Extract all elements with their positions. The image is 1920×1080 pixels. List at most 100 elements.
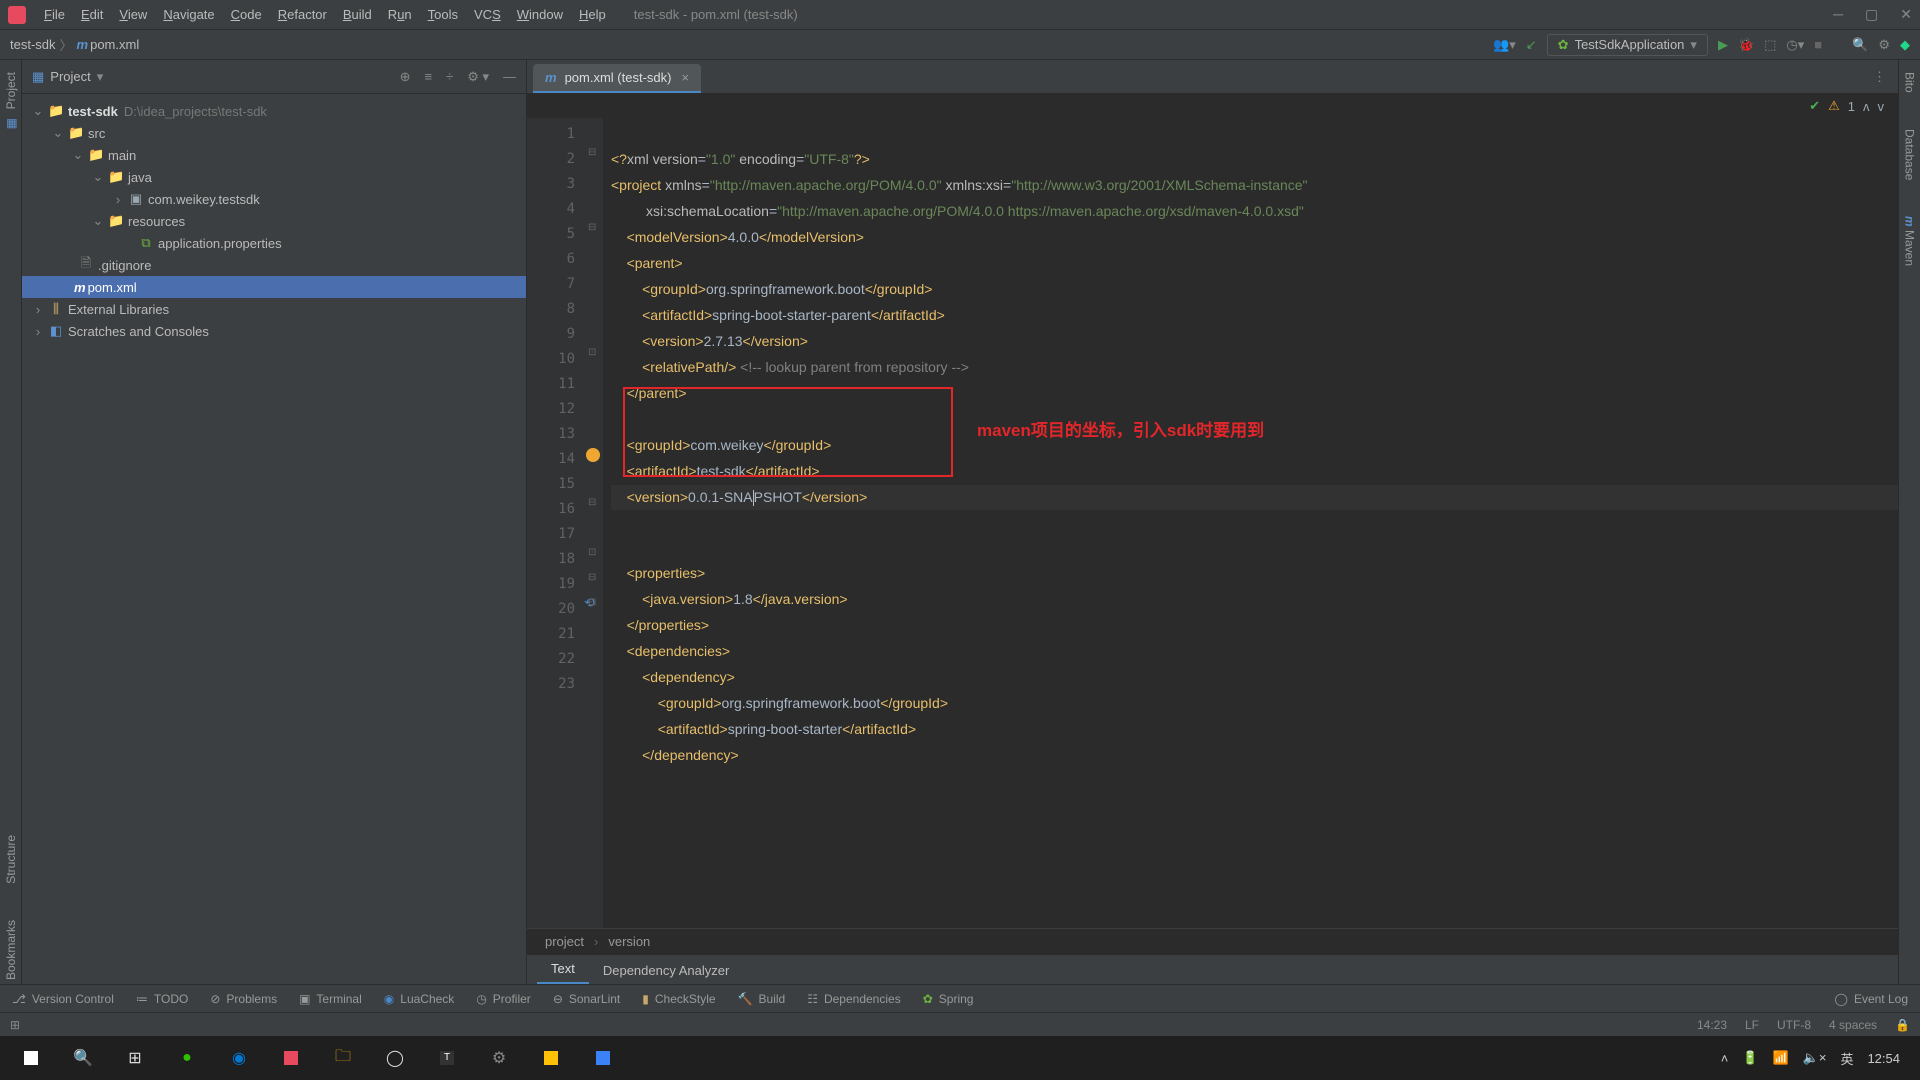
- status-caret-pos[interactable]: 14:23: [1697, 1018, 1727, 1032]
- tool-bito[interactable]: Bito: [1903, 68, 1917, 97]
- tree-root[interactable]: ⌄📁test-sdkD:\idea_projects\test-sdk: [22, 100, 526, 122]
- scroll-up-icon[interactable]: ʌ: [1863, 99, 1870, 114]
- tool-checkstyle[interactable]: ▮CheckStyle: [642, 992, 715, 1006]
- chevron-down-icon[interactable]: ▾: [97, 69, 104, 85]
- menu-navigate[interactable]: Navigate: [155, 7, 222, 22]
- menu-code[interactable]: Code: [223, 7, 270, 22]
- tool-todo[interactable]: ≔TODO: [136, 992, 188, 1006]
- fold-icon[interactable]: ⊡: [588, 347, 596, 358]
- breadcrumb-file[interactable]: pom.xml: [90, 37, 139, 52]
- taskbar-chrome-icon[interactable]: ◯: [372, 1038, 418, 1078]
- tree-src[interactable]: ⌄📁src: [22, 122, 526, 144]
- status-indent[interactable]: 4 spaces: [1829, 1018, 1877, 1032]
- taskbar-app-blue-icon[interactable]: [580, 1038, 626, 1078]
- select-opened-icon[interactable]: ⊕: [400, 69, 411, 85]
- breadcrumb-root[interactable]: test-sdk: [10, 37, 56, 52]
- coverage-icon[interactable]: ⬚: [1764, 37, 1776, 53]
- expand-all-icon[interactable]: ≡: [424, 69, 432, 85]
- status-line-sep[interactable]: LF: [1745, 1018, 1759, 1032]
- tool-maven[interactable]: m Maven: [1903, 212, 1917, 270]
- tree-resources[interactable]: ⌄📁resources: [22, 210, 526, 232]
- taskbar-explorer-icon[interactable]: 🗀: [320, 1038, 366, 1078]
- menu-run[interactable]: Run: [380, 7, 420, 22]
- tool-structure[interactable]: Structure: [4, 831, 18, 888]
- menu-edit[interactable]: Edit: [73, 7, 111, 22]
- tree-java[interactable]: ⌄📁java: [22, 166, 526, 188]
- tool-build[interactable]: 🔨Build: [738, 992, 786, 1006]
- vcs-update-icon[interactable]: ↙: [1526, 37, 1537, 53]
- fold-icon[interactable]: ⊡: [588, 547, 596, 558]
- tree-appprops[interactable]: ⧉application.properties: [22, 232, 526, 254]
- tool-bookmarks[interactable]: Bookmarks: [4, 916, 18, 984]
- window-close-icon[interactable]: ✕: [1900, 6, 1912, 23]
- menu-build[interactable]: Build: [335, 7, 380, 22]
- tree-scratches[interactable]: ›◧Scratches and Consoles: [22, 320, 526, 342]
- taskbar-taskview-icon[interactable]: ⊞: [112, 1038, 158, 1078]
- search-icon[interactable]: 🔍: [1852, 37, 1868, 53]
- tool-profiler[interactable]: ◷Profiler: [476, 992, 531, 1006]
- fold-icon[interactable]: ⊟: [588, 572, 596, 583]
- taskbar-intellij-icon[interactable]: [268, 1038, 314, 1078]
- taskbar-wechat-icon[interactable]: ●: [164, 1038, 210, 1078]
- profiler-icon[interactable]: ◷▾: [1786, 37, 1804, 53]
- menu-vcs[interactable]: VCS: [466, 7, 509, 22]
- run-button-icon[interactable]: ▶: [1718, 37, 1728, 53]
- status-encoding[interactable]: UTF-8: [1777, 1018, 1811, 1032]
- tree-gitignore[interactable]: 🗎.gitignore: [22, 254, 526, 276]
- tray-clock[interactable]: 12:54: [1867, 1051, 1900, 1066]
- tree-package[interactable]: ›▣com.weikey.testsdk: [22, 188, 526, 210]
- tree-pom[interactable]: mpom.xml: [22, 276, 526, 298]
- tool-project[interactable]: ▦ Project: [4, 68, 18, 135]
- window-maximize-icon[interactable]: ▢: [1865, 6, 1878, 23]
- tray-ime[interactable]: 英: [1840, 1049, 1853, 1068]
- tool-sonarlint[interactable]: ⊖SonarLint: [553, 992, 620, 1006]
- taskbar-edge-icon[interactable]: ◉: [216, 1038, 262, 1078]
- tab-dependency-analyzer[interactable]: Dependency Analyzer: [589, 957, 743, 984]
- taskbar-app-yellow-icon[interactable]: [528, 1038, 574, 1078]
- editor-body[interactable]: 1234567891011121314151617181920212223 ⊟ …: [527, 118, 1898, 928]
- tabs-menu-icon[interactable]: ⋮: [1861, 61, 1898, 93]
- menu-tools[interactable]: Tools: [420, 7, 466, 22]
- jetbrains-toolbox-icon[interactable]: ◆: [1900, 37, 1910, 53]
- fold-icon[interactable]: ⊟: [588, 222, 596, 233]
- tool-luacheck[interactable]: ◉LuaCheck: [384, 992, 455, 1006]
- users-icon[interactable]: 👥▾: [1493, 37, 1516, 53]
- tool-dependencies[interactable]: ☷Dependencies: [807, 992, 901, 1006]
- debug-button-icon[interactable]: 🐞: [1738, 37, 1754, 53]
- menu-view[interactable]: View: [111, 7, 155, 22]
- tree-main[interactable]: ⌄📁main: [22, 144, 526, 166]
- tray-wifi-icon[interactable]: 📶: [1772, 1050, 1788, 1066]
- intention-bulb-icon[interactable]: [586, 448, 600, 462]
- menu-file[interactable]: File: [36, 7, 73, 22]
- hide-panel-icon[interactable]: —: [503, 69, 516, 85]
- crumb-version[interactable]: version: [608, 934, 650, 949]
- tray-chevron-icon[interactable]: ˄: [1721, 1051, 1729, 1066]
- close-tab-icon[interactable]: ×: [681, 70, 689, 85]
- stop-button-icon[interactable]: ■: [1814, 37, 1822, 52]
- scroll-down-icon[interactable]: v: [1878, 99, 1885, 114]
- editor-tab-pom[interactable]: m pom.xml (test-sdk) ×: [533, 64, 701, 93]
- start-button[interactable]: [8, 1038, 54, 1078]
- tray-volume-icon[interactable]: 🔈×: [1803, 1050, 1827, 1066]
- settings-icon[interactable]: ⚙: [1878, 37, 1890, 53]
- window-minimize-icon[interactable]: ─: [1833, 6, 1843, 23]
- tool-database[interactable]: Database: [1903, 125, 1917, 184]
- tree-extlib[interactable]: ›⫼External Libraries: [22, 298, 526, 320]
- fold-icon[interactable]: ⊟: [588, 597, 596, 608]
- tool-terminal[interactable]: ▣Terminal: [299, 992, 362, 1006]
- tool-problems[interactable]: ⊘Problems: [210, 992, 277, 1006]
- panel-settings-icon[interactable]: ⚙ ▾: [467, 69, 489, 85]
- collapse-all-icon[interactable]: ÷: [446, 69, 453, 85]
- tray-battery-icon[interactable]: 🔋: [1742, 1050, 1758, 1066]
- menu-refactor[interactable]: Refactor: [270, 7, 335, 22]
- code-content[interactable]: <?xml version="1.0" encoding="UTF-8"?> <…: [603, 118, 1898, 928]
- run-config-selector[interactable]: ✿ TestSdkApplication ▾: [1547, 34, 1708, 56]
- menu-help[interactable]: Help: [571, 7, 614, 22]
- fold-icon[interactable]: ⊟: [588, 497, 596, 508]
- fold-icon[interactable]: ⊟: [588, 147, 596, 158]
- tool-version-control[interactable]: ⎇Version Control: [12, 992, 114, 1006]
- taskbar-app-gear-icon[interactable]: ⚙: [476, 1038, 522, 1078]
- tool-spring[interactable]: ✿Spring: [923, 992, 974, 1006]
- tool-event-log[interactable]: ◯Event Log: [1835, 992, 1908, 1006]
- taskbar-search-icon[interactable]: 🔍: [60, 1038, 106, 1078]
